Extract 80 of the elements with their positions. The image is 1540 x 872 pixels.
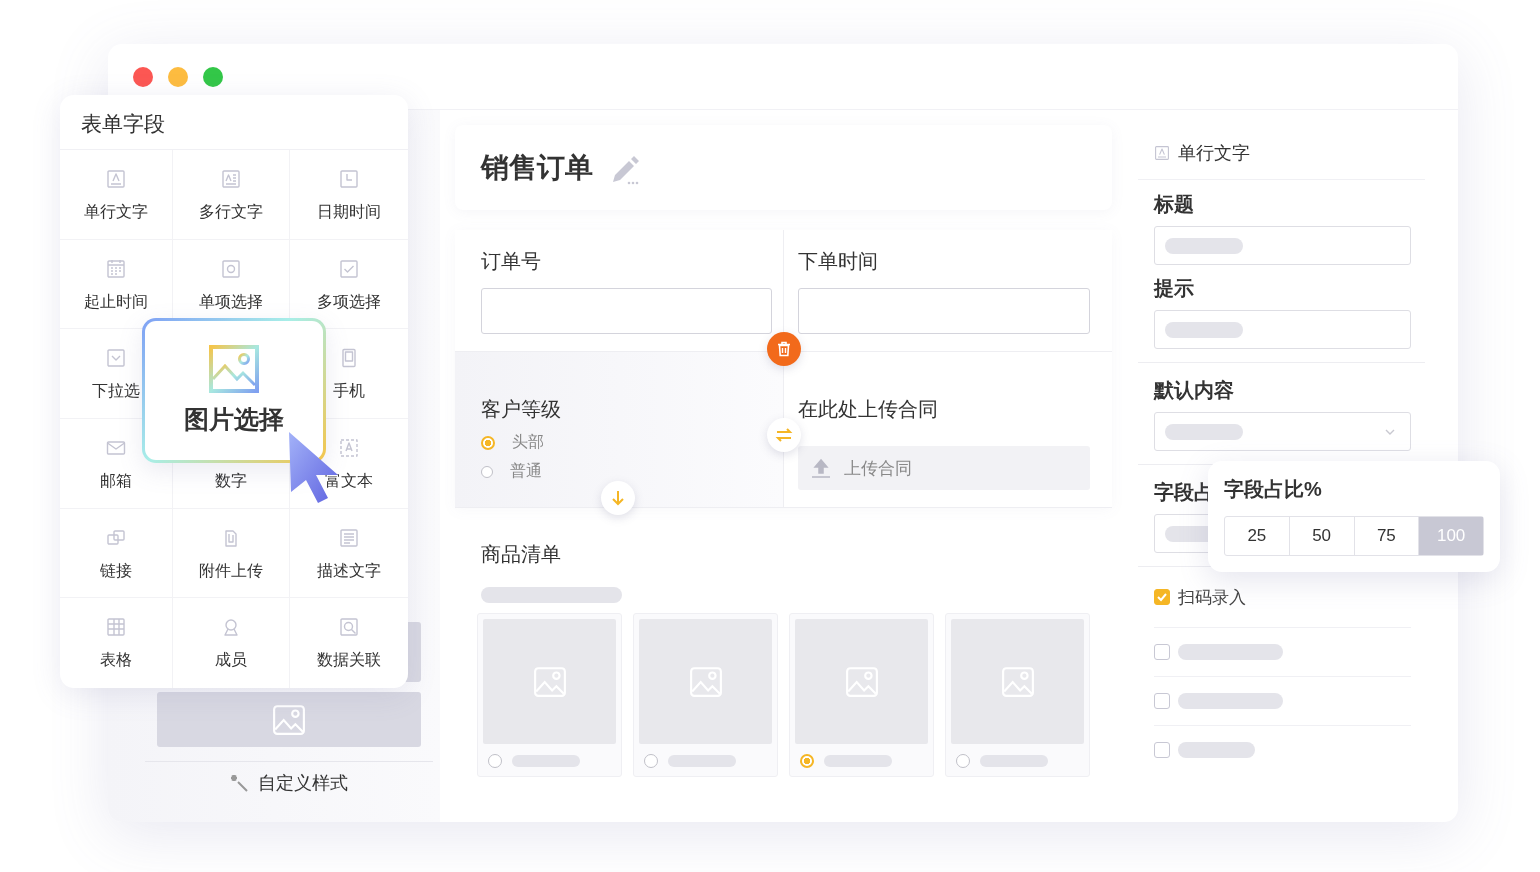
person-icon (221, 617, 241, 638)
popover-title: 字段占比% (1224, 477, 1323, 502)
phone-icon (339, 348, 359, 369)
field-type-item[interactable]: 日期时间 (317, 202, 381, 223)
input-field[interactable] (1154, 226, 1411, 265)
property-label: 提示 (1154, 276, 1194, 301)
checkbox-label: 扫码录入 (1178, 586, 1246, 609)
field-type-item[interactable]: 单项选择 (199, 291, 263, 313)
product-card[interactable] (945, 613, 1090, 777)
dragged-field-card[interactable]: 图片选择 (142, 318, 326, 463)
form-title: 销售订单 (481, 150, 593, 185)
clock-square-icon (339, 169, 359, 189)
field-type-item[interactable]: 链接 (100, 560, 132, 582)
chevron-down-icon (1384, 427, 1396, 436)
upload-icon (810, 457, 832, 479)
window-control-button[interactable] (133, 66, 153, 87)
field-label: 客户等级 (481, 397, 562, 422)
field-type-item[interactable]: 附件上传 (199, 560, 263, 582)
property-label: 默认内容 (1154, 378, 1234, 403)
select-field[interactable] (1154, 412, 1411, 451)
field-label: 下单时间 (798, 249, 879, 274)
width-option[interactable]: 25 (1225, 517, 1289, 555)
field-type-item[interactable]: 多行文字 (199, 202, 263, 223)
checkbox[interactable] (1154, 693, 1170, 709)
calendar-icon (106, 258, 126, 279)
field-type-item[interactable]: 描述文字 (317, 560, 381, 582)
product-card[interactable] (477, 613, 622, 777)
radio-button[interactable] (644, 754, 658, 768)
field-type-label: 单行文字 (1178, 141, 1250, 165)
input-field[interactable] (1154, 310, 1411, 349)
checkbox-square-icon (339, 258, 359, 279)
property-label: 标题 (1154, 192, 1194, 217)
field-type-item[interactable]: 单行文字 (84, 202, 148, 223)
delete-button[interactable] (767, 332, 801, 366)
panel-title: 表单字段 (60, 95, 408, 150)
field-type-item[interactable]: 数据关联 (317, 650, 381, 672)
textbox-icon (1154, 144, 1170, 161)
custom-style-button[interactable]: 自定义样式 (145, 761, 433, 796)
envelope-icon (106, 438, 126, 458)
field-type-item[interactable]: 数字 (215, 471, 247, 492)
swap-arrows-icon (775, 426, 793, 444)
field-label: 订单号 (481, 249, 542, 274)
product-card[interactable] (789, 613, 934, 777)
radio-button[interactable] (488, 754, 502, 768)
window-control-button[interactable] (168, 66, 188, 87)
radio-button[interactable] (800, 754, 814, 768)
input-field[interactable] (481, 288, 772, 334)
checkbox[interactable] (1154, 589, 1170, 605)
field-type-item[interactable]: 表格 (100, 650, 132, 672)
dropdown-square-icon (106, 348, 126, 369)
image-icon (209, 345, 259, 393)
multiline-text-icon (221, 169, 241, 189)
input-field[interactable] (798, 288, 1090, 334)
search-document-icon (339, 617, 359, 638)
down-arrow-icon (610, 489, 626, 507)
field-label: 在此处上传合同 (798, 397, 939, 422)
rich-text-icon (339, 438, 359, 458)
image-icon (272, 703, 306, 736)
field-type-item[interactable]: 多项选择 (317, 291, 381, 313)
magic-wand-icon (230, 773, 250, 793)
window-control-button[interactable] (203, 66, 223, 87)
width-option[interactable]: 50 (1288, 517, 1354, 555)
move-down-button[interactable] (601, 481, 635, 515)
checkmark-icon (1156, 592, 1168, 602)
textbox-icon (106, 169, 126, 189)
field-type-item[interactable]: 下拉选 (92, 381, 140, 403)
link-icon (106, 527, 126, 548)
field-type-item[interactable]: 成员 (215, 650, 247, 672)
field-label: 商品清单 (481, 542, 562, 567)
radio-button[interactable] (956, 754, 970, 768)
table-icon (106, 617, 126, 638)
document-lines-icon (339, 527, 359, 548)
trash-icon (776, 341, 792, 357)
checkbox[interactable] (1154, 644, 1170, 660)
product-card[interactable] (633, 613, 778, 777)
field-type-item[interactable]: 手机 (333, 381, 365, 403)
checkbox[interactable] (1154, 742, 1170, 758)
field-type-item[interactable]: 邮箱 (100, 471, 132, 492)
field-type-item[interactable]: 起止时间 (84, 291, 148, 313)
radio-square-icon (221, 258, 241, 279)
